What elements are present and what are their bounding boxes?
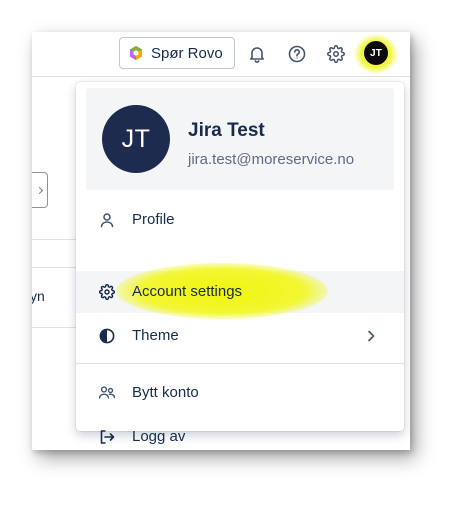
profile-avatar: JT [102, 105, 170, 173]
help-icon[interactable] [284, 41, 310, 67]
background-divider [32, 239, 80, 240]
settings-icon[interactable] [323, 41, 349, 67]
background-divider [32, 327, 80, 328]
top-navigation-bar: Spør Rovo JT [32, 32, 410, 77]
app-window: yn Spør Rovo JT JT Jira Test jira.test@m… [32, 32, 410, 450]
background-text: yn [32, 288, 45, 304]
menu-item-theme[interactable]: Theme [76, 315, 404, 357]
user-avatar-button[interactable]: JT [364, 41, 388, 65]
menu-divider [76, 363, 404, 364]
menu-item-account-settings-content[interactable]: Account settings [76, 271, 404, 313]
background-divider [32, 267, 80, 268]
logout-icon [98, 428, 116, 446]
menu-item-label: Account settings [132, 283, 243, 300]
chevron-right-icon [368, 330, 375, 342]
ask-rovo-label: Spør Rovo [151, 44, 223, 62]
profile-name: Jira Test [188, 120, 265, 141]
rovo-logo-icon [130, 46, 142, 60]
menu-item-label: Bytt konto [132, 384, 199, 401]
menu-item-switch-account[interactable]: Bytt konto [76, 372, 404, 414]
switch-account-icon [98, 384, 116, 402]
profile-email: jira.test@moreservice.no [188, 151, 355, 168]
ask-rovo-button[interactable]: Spør Rovo [119, 37, 235, 69]
theme-icon [98, 327, 116, 345]
background-dropdown[interactable] [32, 172, 48, 208]
gear-icon [98, 283, 116, 301]
notification-icon[interactable] [244, 41, 270, 67]
menu-item-label: Profile [132, 211, 175, 228]
person-icon [98, 211, 116, 229]
account-menu: JT Jira Test jira.test@moreservice.no Pr… [76, 82, 404, 445]
profile-card: JT Jira Test jira.test@moreservice.no [86, 88, 394, 190]
menu-item-profile[interactable]: Profile [76, 199, 404, 241]
menu-item-label: Logg av [132, 428, 186, 445]
menu-item-logout[interactable]: Logg av [76, 416, 404, 450]
menu-item-label: Theme [132, 327, 179, 344]
